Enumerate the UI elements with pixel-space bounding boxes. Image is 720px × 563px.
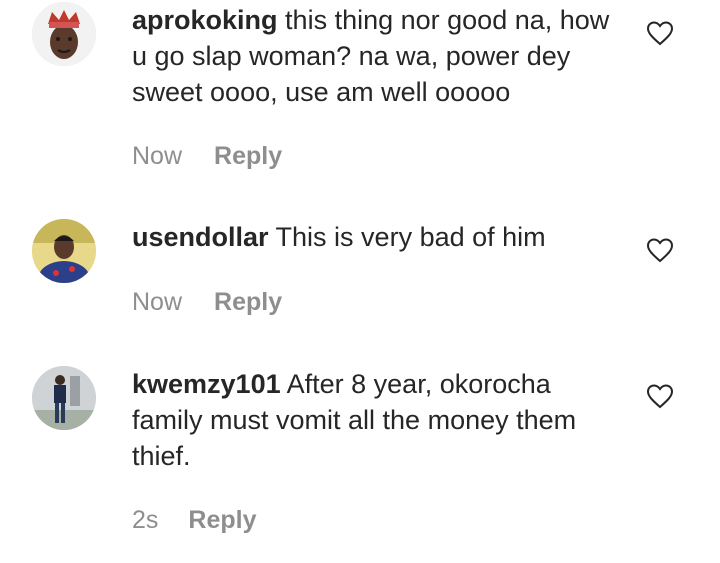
comment-timestamp: Now xyxy=(132,288,183,316)
comment-timestamp: Now xyxy=(132,142,183,170)
user-avatar[interactable] xyxy=(32,366,96,430)
user-avatar[interactable] xyxy=(32,2,96,66)
reply-button[interactable]: Reply xyxy=(214,288,282,317)
like-button[interactable] xyxy=(646,383,674,409)
comment-username[interactable]: aprokoking xyxy=(132,5,278,35)
heart-outline-icon xyxy=(646,21,674,46)
comment-timestamp: 2s xyxy=(132,506,159,534)
comment-body: aprokoking this thing nor good na, how u… xyxy=(132,2,612,110)
person-with-crown-avatar-icon xyxy=(32,2,96,66)
comment-meta: Now Reply xyxy=(132,288,282,317)
reply-button[interactable]: Reply xyxy=(214,142,282,171)
comment-text: This is very bad of him xyxy=(275,222,546,252)
comment-body: kwemzy101 After 8 year, okorocha family … xyxy=(132,366,612,474)
standing-person-avatar-icon xyxy=(32,366,96,430)
person-avatar-icon xyxy=(32,219,96,283)
heart-outline-icon xyxy=(646,238,674,263)
reply-button[interactable]: Reply xyxy=(188,506,256,535)
like-button[interactable] xyxy=(646,20,674,46)
comment-body: usendollar This is very bad of him xyxy=(132,219,612,255)
comment-meta: Now Reply xyxy=(132,142,282,171)
heart-outline-icon xyxy=(646,384,674,409)
user-avatar[interactable] xyxy=(32,219,96,283)
like-button[interactable] xyxy=(646,237,674,263)
comment-username[interactable]: kwemzy101 xyxy=(132,369,281,399)
comment-meta: 2s Reply xyxy=(132,506,257,535)
comment-username[interactable]: usendollar xyxy=(132,222,269,252)
